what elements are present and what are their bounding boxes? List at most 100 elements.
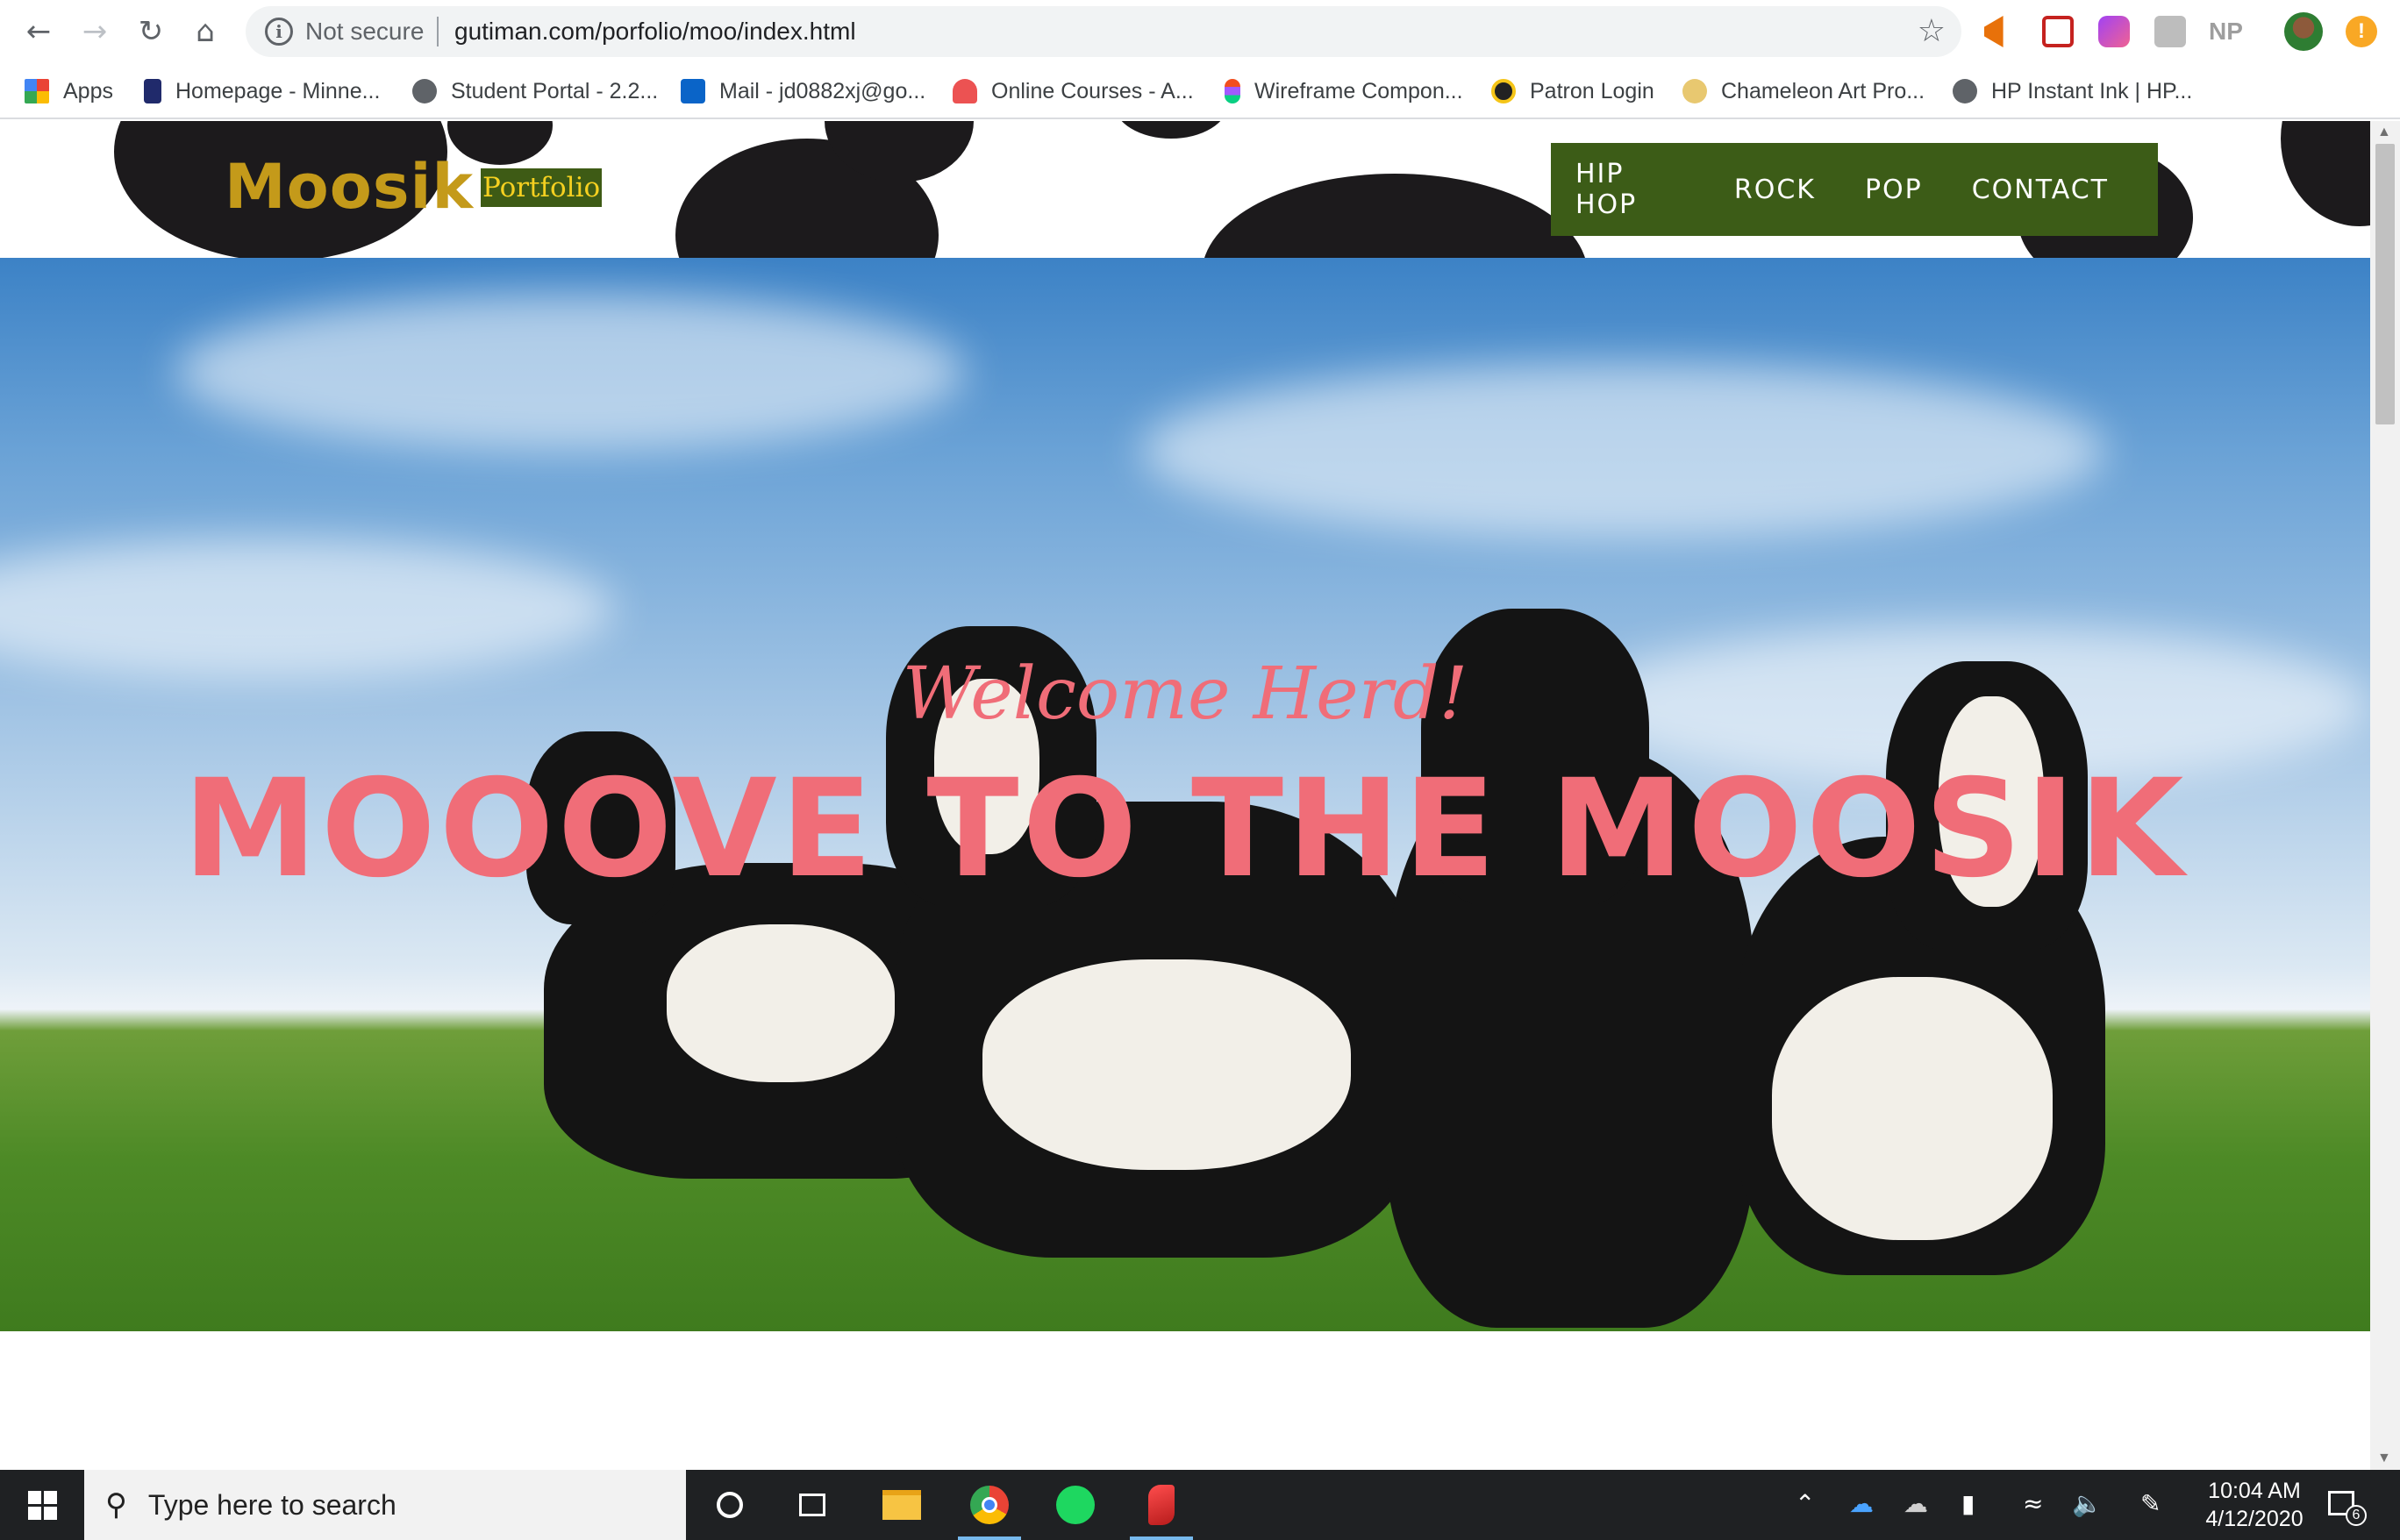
task-view-button[interactable] bbox=[775, 1470, 849, 1540]
cow-patch bbox=[982, 959, 1351, 1170]
action-center-button[interactable]: 6 bbox=[2325, 1486, 2367, 1526]
chameleon-icon bbox=[1682, 79, 1707, 103]
url-text[interactable]: gutiman.com/porfolio/moo/index.html bbox=[454, 18, 856, 46]
search-icon: ⚲ bbox=[105, 1487, 127, 1522]
udemy-icon bbox=[953, 79, 977, 103]
bookmarks-bar: Apps Homepage - Minne... Student Portal … bbox=[0, 63, 2400, 119]
start-button[interactable] bbox=[0, 1470, 84, 1540]
bookmark-online-courses[interactable]: Online Courses - A... bbox=[953, 74, 1194, 109]
update-alert-icon[interactable]: ! bbox=[2346, 16, 2377, 47]
app-taskbar-button[interactable] bbox=[1125, 1470, 1198, 1540]
bookmark-hp-instant-ink[interactable]: HP Instant Ink | HP... bbox=[1953, 74, 2192, 109]
address-bar[interactable]: i Not secure gutiman.com/porfolio/moo/in… bbox=[246, 6, 1961, 57]
r-extension-icon[interactable] bbox=[2154, 16, 2186, 47]
outlook-icon bbox=[681, 79, 705, 103]
cloud-sync-icon[interactable]: ☁ bbox=[1904, 1489, 1928, 1518]
spotify-icon bbox=[1056, 1486, 1095, 1524]
patron-icon bbox=[1491, 79, 1516, 103]
nav-link-contact[interactable]: CONTACT bbox=[1972, 175, 2109, 205]
security-label: Not secure bbox=[305, 18, 425, 45]
page-scrollbar[interactable]: ▲ ▼ bbox=[2370, 121, 2400, 1470]
bookmark-patron-login[interactable]: Patron Login bbox=[1491, 74, 1654, 109]
profile-initials[interactable]: NP bbox=[2209, 18, 2243, 49]
logo-tag: Portfolio bbox=[481, 168, 603, 207]
bookmark-student-portal[interactable]: Student Portal - 2.2... bbox=[412, 74, 658, 109]
cow-patch bbox=[1772, 977, 2053, 1240]
scrollbar-thumb[interactable] bbox=[2375, 144, 2395, 424]
hero-title: MOOOVE TO THE MOOSIK bbox=[182, 751, 2188, 908]
volume-icon[interactable]: 🔈 bbox=[2072, 1489, 2103, 1518]
cow-patch bbox=[667, 924, 895, 1082]
bookmark-wireframe[interactable]: Wireframe Compon... bbox=[1225, 74, 1463, 109]
chrome-taskbar-button[interactable] bbox=[953, 1470, 1026, 1540]
site-header: Moosik Portfolio HIP HOP ROCK POP CONTAC… bbox=[0, 121, 2370, 258]
bookmark-label: Mail - jd0882xj@go... bbox=[719, 78, 926, 103]
back-arrow-icon[interactable]: ← bbox=[19, 12, 58, 51]
bookmark-mail[interactable]: Mail - jd0882xj@go... bbox=[681, 74, 925, 109]
bookmark-label: Wireframe Compon... bbox=[1254, 78, 1463, 103]
hero-banner: Welcome Herd! MOOOVE TO THE MOOSIK bbox=[0, 258, 2370, 1331]
spotify-button[interactable] bbox=[1039, 1470, 1112, 1540]
search-placeholder: Type here to search bbox=[147, 1488, 396, 1521]
onedrive-icon[interactable]: ☁ bbox=[1849, 1489, 1874, 1518]
bookmark-label: Student Portal - 2.2... bbox=[451, 78, 659, 103]
megaphone-extension-icon[interactable] bbox=[1984, 16, 2004, 47]
cortana-button[interactable] bbox=[693, 1470, 767, 1540]
cloud bbox=[1140, 363, 2105, 538]
cow-spot bbox=[1202, 174, 1588, 258]
notification-count: 6 bbox=[2346, 1505, 2367, 1526]
info-icon[interactable]: i bbox=[265, 18, 293, 46]
nav-link-rock[interactable]: ROCK bbox=[1734, 175, 1816, 205]
bookmark-label: Apps bbox=[63, 78, 113, 103]
site-nav: HIP HOP ROCK POP CONTACT bbox=[1551, 143, 2158, 236]
browser-toolbar: ← → ↻ ⌂ i Not secure gutiman.com/porfoli… bbox=[0, 0, 2400, 63]
file-explorer-button[interactable] bbox=[865, 1470, 939, 1540]
bookmark-label: Chameleon Art Pro... bbox=[1721, 78, 1925, 103]
bookmark-label: HP Instant Ink | HP... bbox=[1991, 78, 2193, 103]
taskbar-clock[interactable]: 10:04 AM 4/12/2020 bbox=[2193, 1477, 2316, 1533]
scroll-up-arrow-icon[interactable]: ▲ bbox=[2377, 125, 2391, 140]
taskbar-search[interactable]: ⚲ Type here to search bbox=[84, 1470, 686, 1540]
hero-subtitle: Welcome Herd! bbox=[902, 652, 1468, 736]
pocket-extension-icon[interactable] bbox=[2042, 16, 2074, 47]
task-view-icon bbox=[799, 1494, 825, 1516]
bookmark-homepage[interactable]: Homepage - Minne... bbox=[144, 74, 380, 109]
address-divider bbox=[437, 17, 439, 46]
clock-date: 4/12/2020 bbox=[2205, 1507, 2304, 1531]
home-icon[interactable]: ⌂ bbox=[186, 12, 225, 51]
avatar[interactable] bbox=[2284, 12, 2323, 51]
show-hidden-icons-icon[interactable]: ⌃ bbox=[1795, 1489, 1815, 1518]
site-logo[interactable]: Moosik bbox=[225, 151, 474, 223]
bookmark-label: Patron Login bbox=[1530, 78, 1654, 103]
clock-time: 10:04 AM bbox=[2208, 1479, 2301, 1503]
bookmark-chameleon[interactable]: Chameleon Art Pro... bbox=[1682, 74, 1925, 109]
battery-icon[interactable]: ▮ bbox=[1961, 1489, 1975, 1518]
chrome-icon bbox=[970, 1486, 1009, 1524]
reload-icon[interactable]: ↻ bbox=[132, 12, 170, 51]
cow-spot bbox=[2281, 121, 2370, 226]
color-extension-icon[interactable] bbox=[2098, 16, 2130, 47]
forward-arrow-icon[interactable]: → bbox=[75, 12, 114, 51]
cortana-icon bbox=[717, 1492, 743, 1518]
cloud bbox=[175, 293, 965, 451]
taskbar: ⚲ Type here to search ⌃ ☁ ☁ ▮ ≈ 🔈 ✎ 10:0… bbox=[0, 1470, 2400, 1540]
nav-link-hip-hop[interactable]: HIP HOP bbox=[1575, 159, 1685, 220]
windows-logo-icon bbox=[27, 1490, 57, 1520]
nav-link-pop[interactable]: POP bbox=[1865, 175, 1923, 205]
bookmark-icon bbox=[144, 79, 161, 103]
scroll-down-arrow-icon[interactable]: ▼ bbox=[2377, 1451, 2391, 1466]
wifi-icon[interactable]: ≈ bbox=[2023, 1489, 2043, 1518]
brush-app-icon bbox=[1148, 1485, 1175, 1525]
globe-icon bbox=[1953, 79, 1977, 103]
bookmark-apps[interactable]: Apps bbox=[25, 74, 113, 109]
page-viewport: Moosik Portfolio HIP HOP ROCK POP CONTAC… bbox=[0, 121, 2370, 1470]
bookmark-label: Online Courses - A... bbox=[991, 78, 1194, 103]
globe-icon bbox=[412, 79, 437, 103]
folder-icon bbox=[882, 1490, 921, 1520]
bookmark-label: Homepage - Minne... bbox=[175, 78, 381, 103]
figma-icon bbox=[1225, 79, 1240, 103]
bookmark-star-icon[interactable]: ☆ bbox=[1918, 13, 1946, 49]
apps-grid-icon bbox=[25, 79, 49, 103]
cow-spot bbox=[1114, 121, 1228, 139]
pen-icon[interactable]: ✎ bbox=[2140, 1489, 2161, 1518]
